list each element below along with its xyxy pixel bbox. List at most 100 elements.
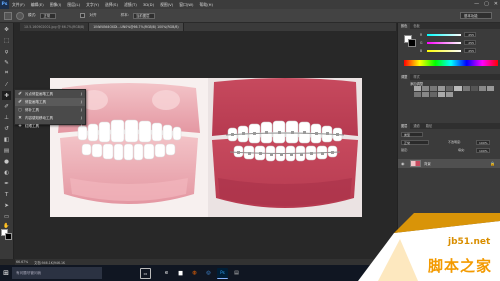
flyout-item-spot-healing[interactable]: ✐ 污点修复画笔工具 J <box>15 90 85 98</box>
invert-icon[interactable] <box>414 92 422 97</box>
layer-kind-filter[interactable]: 类型 <box>401 132 423 137</box>
channel-mixer-icon[interactable] <box>486 86 494 91</box>
blur-tool-icon[interactable]: ● <box>2 157 11 166</box>
aligned-checkbox[interactable] <box>80 13 86 18</box>
windows-start-icon[interactable]: ⊞ <box>0 265 12 281</box>
layer-row[interactable]: ◉ 背景 🔒 <box>398 159 500 168</box>
menu-type[interactable]: 文字(Y) <box>83 2 102 8</box>
type-tool-icon[interactable]: T <box>2 190 11 199</box>
menu-edit[interactable]: 编辑(E) <box>28 2 47 8</box>
quick-select-tool-icon[interactable]: ✎ <box>2 58 11 67</box>
lasso-tool-icon[interactable]: ϙ <box>2 47 11 56</box>
flyout-item-shortcut: J <box>80 108 82 112</box>
document-tab[interactable]: 1X.5.160902001.jpg @ 66.7%(RGB/8) <box>20 23 90 31</box>
black-white-icon[interactable] <box>470 86 478 91</box>
history-brush-tool-icon[interactable]: ↺ <box>2 124 11 133</box>
tab-paths[interactable]: 路径 <box>423 123 435 129</box>
menu-layer[interactable]: 图层(L) <box>64 2 83 8</box>
brush-tool-icon[interactable]: ✐ <box>2 102 11 111</box>
slider-track[interactable] <box>427 33 461 36</box>
menu-view[interactable]: 视图(V) <box>157 2 176 8</box>
green-slider[interactable]: G 255 <box>420 40 476 45</box>
menu-window[interactable]: 窗口(W) <box>176 2 196 8</box>
task-view-icon[interactable]: ▭ <box>140 267 151 279</box>
threshold-icon[interactable] <box>430 92 438 97</box>
menu-filter[interactable]: 滤镜(T) <box>121 2 140 8</box>
zoom-level[interactable]: 66.67% <box>16 260 28 264</box>
selective-color-icon[interactable] <box>446 92 454 97</box>
edge-browser-icon[interactable]: e <box>161 268 172 279</box>
slider-track[interactable] <box>427 41 461 44</box>
tab-adjustments[interactable]: 调整 <box>398 74 411 80</box>
fill-input[interactable]: 100% <box>476 148 490 153</box>
slider-track[interactable] <box>427 49 461 52</box>
marquee-tool-icon[interactable]: ⬚ <box>2 36 11 45</box>
qq-browser-icon[interactable]: ◎ <box>203 268 214 279</box>
slider-value[interactable]: 255 <box>464 32 476 37</box>
slider-value[interactable]: 255 <box>464 40 476 45</box>
folder-icon[interactable]: ▤ <box>231 268 242 279</box>
file-explorer-icon[interactable]: ▆ <box>175 268 186 279</box>
fill-label: 填充: <box>458 148 466 152</box>
close-button[interactable]: ✕ <box>494 1 498 7</box>
brightness-icon[interactable] <box>414 86 422 91</box>
blend-mode-select[interactable]: 正常 <box>401 140 429 145</box>
sample-label: 样本: <box>120 13 129 17</box>
flyout-item-healing-brush[interactable]: ✐ 修复画笔工具 J <box>15 98 85 106</box>
photo-filter-icon[interactable] <box>478 86 486 91</box>
tab-swatches[interactable]: 色板 <box>410 23 422 29</box>
flyout-item-content-aware-move[interactable]: ✕ 内容感知移动工具 J <box>15 114 85 122</box>
tab-color[interactable]: 颜色 <box>398 23 411 29</box>
mode-select[interactable]: 正常 <box>40 12 57 19</box>
panel-background-swatch[interactable] <box>408 39 416 47</box>
menu-select[interactable]: 选择(S) <box>102 2 121 8</box>
menu-image[interactable]: 图像(I) <box>47 2 65 8</box>
color-spectrum-bar[interactable] <box>404 60 498 66</box>
color-balance-icon[interactable] <box>462 86 470 91</box>
dodge-tool-icon[interactable]: ◐ <box>2 168 11 177</box>
sample-select[interactable]: 当前图层 <box>133 12 155 19</box>
posterize-icon[interactable] <box>422 92 430 97</box>
workspace-select[interactable]: 基本功能 <box>460 12 492 19</box>
eraser-tool-icon[interactable]: ◧ <box>2 135 11 144</box>
gradient-tool-icon[interactable]: ▤ <box>2 146 11 155</box>
tab-channels[interactable]: 通道 <box>410 123 422 129</box>
tool-preset-picker[interactable] <box>4 11 12 20</box>
opacity-input[interactable]: 100% <box>476 140 490 145</box>
menu-3d[interactable]: 3D(D) <box>140 2 157 7</box>
move-tool-icon[interactable]: ✥ <box>2 25 11 34</box>
flyout-item-patch[interactable]: ◌ 修补工具 J <box>15 106 85 114</box>
menu-help[interactable]: 帮助(H) <box>197 2 216 8</box>
vibrance-icon[interactable] <box>446 86 454 91</box>
curves-icon[interactable] <box>430 86 438 91</box>
background-color-swatch[interactable] <box>5 233 12 240</box>
taskbar-search-box[interactable]: 有问题尽管问我 <box>12 267 102 279</box>
gradient-map-icon[interactable] <box>438 92 446 97</box>
exposure-icon[interactable] <box>438 86 446 91</box>
blue-slider[interactable]: B 255 <box>420 48 476 53</box>
tab-layers[interactable]: 图层 <box>398 123 411 129</box>
shape-tool-icon[interactable]: ▭ <box>2 212 11 221</box>
hue-saturation-icon[interactable] <box>454 86 462 91</box>
flyout-item-red-eye[interactable]: + 红眼工具 J <box>15 122 85 130</box>
slider-value[interactable]: 255 <box>464 48 476 53</box>
document-tab-active[interactable]: 1INWUNI4OXDI…UN0%@66.7%(RGB/8) 100%(RGB/… <box>89 23 184 31</box>
healing-brush-tool-icon[interactable]: ✚ <box>2 91 11 100</box>
menu-file[interactable]: 文件(F) <box>9 2 28 8</box>
layer-name[interactable]: 背景 <box>424 161 431 166</box>
minimize-button[interactable]: — <box>474 1 479 7</box>
eye-icon[interactable]: ◉ <box>401 161 407 166</box>
crop-tool-icon[interactable]: ⌗ <box>2 69 11 78</box>
red-slider[interactable]: R 255 <box>420 32 476 37</box>
photoshop-taskbar-icon[interactable]: Ps <box>217 267 228 279</box>
eyedropper-tool-icon[interactable]: ⁄ <box>2 80 11 89</box>
path-select-tool-icon[interactable]: ➤ <box>2 201 11 210</box>
levels-icon[interactable] <box>422 86 430 91</box>
document-canvas[interactable] <box>50 78 362 217</box>
clone-stamp-tool-icon[interactable]: ⊥ <box>2 113 11 122</box>
brush-preset-picker[interactable] <box>16 11 24 20</box>
store-icon[interactable]: ◍ <box>189 268 200 279</box>
pen-tool-icon[interactable]: ✒ <box>2 179 11 188</box>
maximize-button[interactable]: ▢ <box>484 1 489 7</box>
tab-styles[interactable]: 样式 <box>410 74 422 80</box>
